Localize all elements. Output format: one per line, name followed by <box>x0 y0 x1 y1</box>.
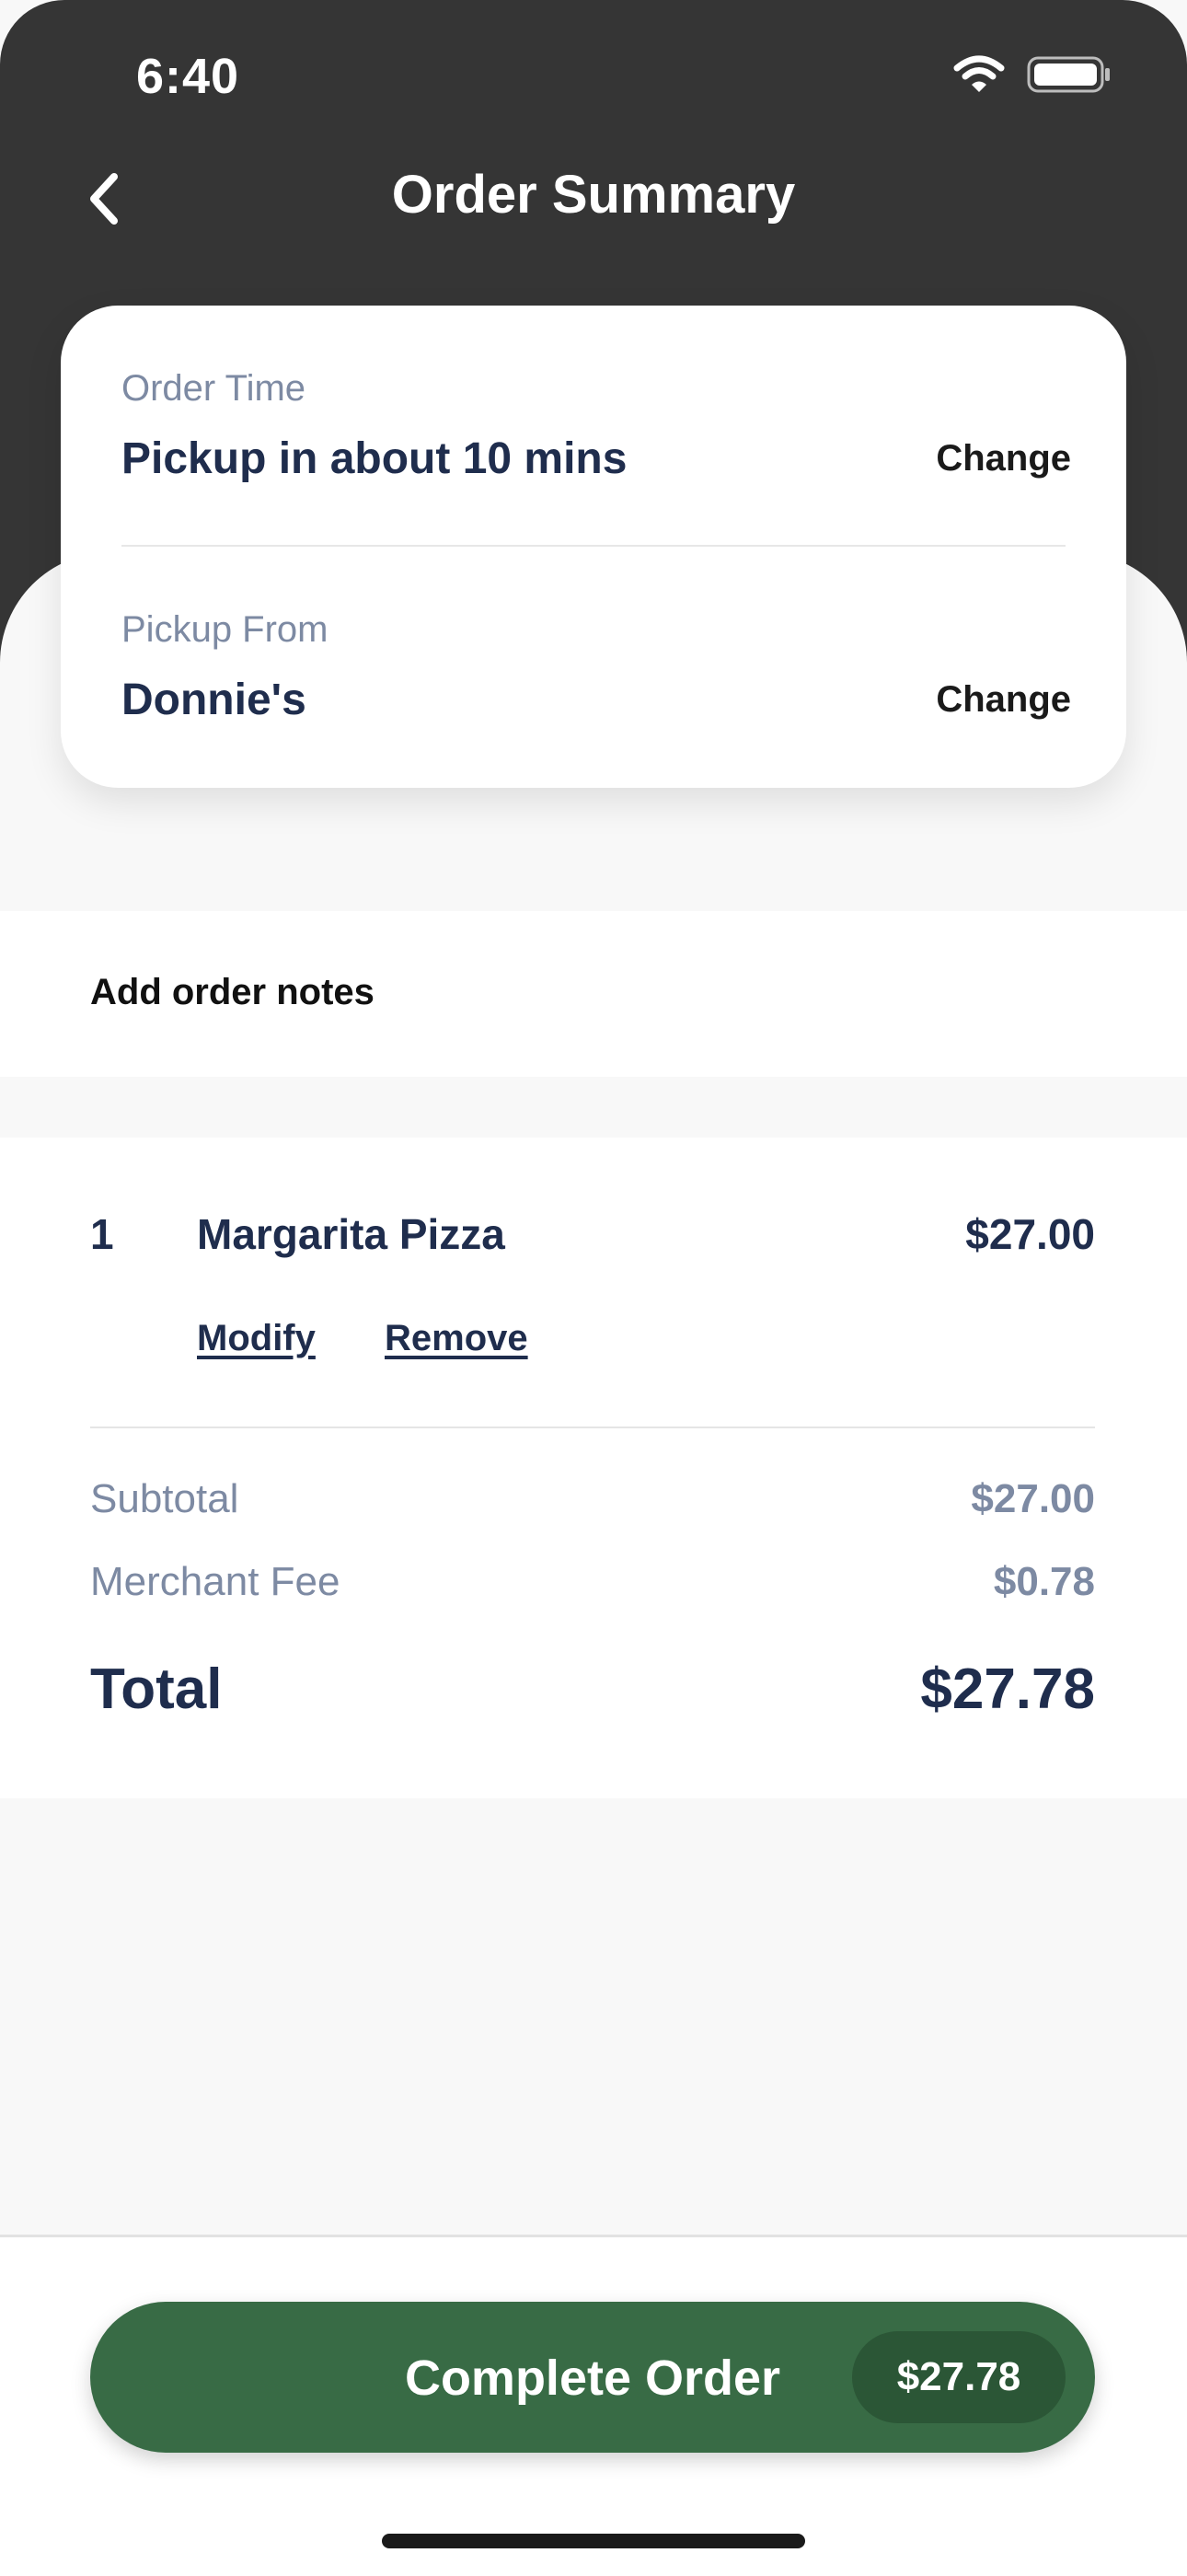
item-name: Margarita Pizza <box>197 1210 505 1258</box>
modify-item-button[interactable]: Modify <box>197 1318 316 1359</box>
total-row: Total $27.78 <box>90 1657 1095 1722</box>
divider <box>121 545 1066 547</box>
complete-order-button[interactable]: Complete Order $27.78 <box>90 2302 1095 2453</box>
order-time-section: Order Time Pickup in about 10 mins Chang… <box>121 368 1071 484</box>
total-value: $27.78 <box>920 1658 1095 1721</box>
remove-item-button[interactable]: Remove <box>385 1318 528 1359</box>
total-label: Total <box>90 1658 223 1721</box>
merchant-fee-row: Merchant Fee $0.78 <box>90 1559 1095 1605</box>
merchant-fee-label: Merchant Fee <box>90 1559 340 1604</box>
order-time-label: Order Time <box>121 368 306 409</box>
add-order-notes-label: Add order notes <box>90 972 375 1012</box>
complete-order-price-badge: $27.78 <box>852 2331 1066 2423</box>
item-price: $27.00 <box>965 1210 1095 1258</box>
page-title: Order Summary <box>391 165 796 225</box>
home-indicator <box>382 2534 805 2548</box>
subtotal-row: Subtotal $27.00 <box>90 1476 1095 1522</box>
add-order-notes-row[interactable]: Add order notes <box>0 911 1187 1077</box>
order-items-section: 1 Margarita Pizza $27.00 Modify Remove S… <box>0 1138 1187 1798</box>
pickup-from-value: Donnie's <box>121 676 306 724</box>
pickup-from-section: Pickup From Donnie's Change <box>121 609 1071 725</box>
subtotal-value: $27.00 <box>971 1476 1095 1521</box>
change-order-time-button[interactable]: Change <box>936 438 1071 479</box>
order-details-card: Order Time Pickup in about 10 mins Chang… <box>61 306 1126 788</box>
status-icons <box>953 55 1112 98</box>
change-pickup-location-button[interactable]: Change <box>936 679 1071 721</box>
subtotal-label: Subtotal <box>90 1476 239 1521</box>
item-quantity: 1 <box>90 1210 114 1258</box>
status-time: 6:40 <box>136 49 240 104</box>
divider <box>90 1427 1095 1428</box>
wifi-icon <box>953 55 1005 98</box>
battery-icon <box>1027 55 1112 98</box>
order-time-value: Pickup in about 10 mins <box>121 434 628 483</box>
bottom-action-bar: Complete Order $27.78 <box>0 2235 1187 2576</box>
pickup-from-label: Pickup From <box>121 609 328 650</box>
merchant-fee-value: $0.78 <box>993 1559 1095 1604</box>
